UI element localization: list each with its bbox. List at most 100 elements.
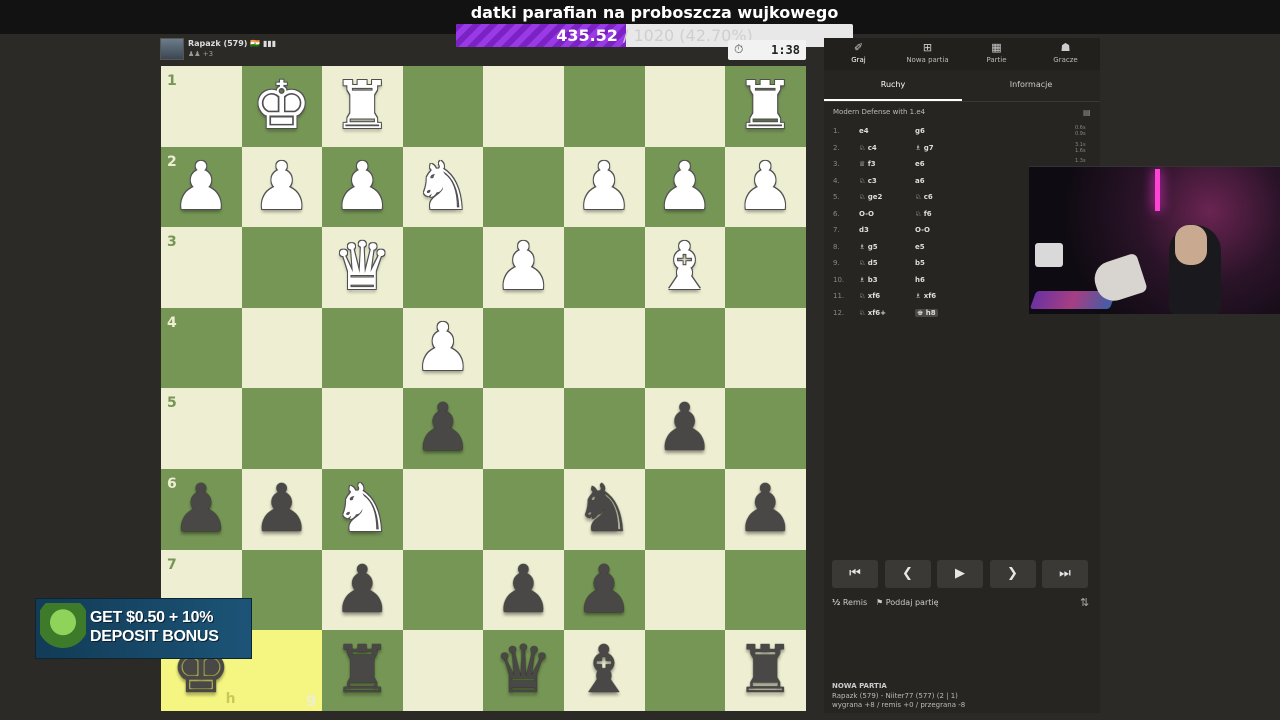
black-queen-d8[interactable]: ♛: [483, 630, 563, 710]
square-e6[interactable]: [402, 469, 484, 550]
black-pawn-g6[interactable]: ♟: [242, 469, 322, 549]
square-d4[interactable]: [483, 307, 564, 389]
black-move[interactable]: ♘ f6: [915, 210, 932, 218]
black-move[interactable]: h6: [915, 276, 925, 284]
flip-board-icon[interactable]: ⇅: [1080, 596, 1089, 609]
black-pawn-d7[interactable]: ♟: [483, 550, 563, 630]
white-move[interactable]: e4: [859, 127, 869, 135]
square-b7[interactable]: [644, 549, 726, 631]
white-knight-f6[interactable]: ♞: [322, 469, 402, 549]
square-e1[interactable]: [402, 66, 484, 147]
black-move[interactable]: e5: [915, 243, 925, 251]
black-knight-c6[interactable]: ♞: [564, 469, 644, 549]
black-move[interactable]: e6: [915, 160, 925, 168]
black-move[interactable]: O-O: [915, 226, 930, 234]
square-g7[interactable]: [241, 549, 323, 631]
white-pawn-h2[interactable]: ♟: [161, 147, 241, 227]
white-move[interactable]: ♘ d5: [859, 259, 878, 267]
white-move[interactable]: ♘ c4: [859, 144, 877, 152]
square-g3[interactable]: [241, 227, 323, 308]
black-move[interactable]: ♗ g7: [915, 144, 934, 152]
square-c1[interactable]: [564, 66, 645, 147]
white-pawn-a2[interactable]: ♟: [725, 147, 805, 227]
book-icon[interactable]: ▤: [1083, 108, 1091, 117]
chess-board[interactable]: 1 2 3 4 5 6 7 h g f e d c b a ♚ ♜ ♜ ♟ ♟ ♟ ♞ ♟ ♟ ♟ ♛ ♟ ♝ ♟ ♟ ♟ ♟ ♟ ♞ ♞ ♟ ♟ ♟ ♟ ♚…: [161, 66, 806, 711]
square-b1[interactable]: [644, 66, 726, 147]
square-d6[interactable]: [483, 469, 564, 550]
white-rook-a1[interactable]: ♜: [725, 66, 805, 146]
white-pawn-e4[interactable]: ♟: [403, 308, 483, 388]
prev-move-button[interactable]: ❮: [884, 560, 931, 588]
white-move[interactable]: ♘ ge2: [859, 193, 882, 201]
white-pawn-d3[interactable]: ♟: [483, 227, 563, 307]
black-move[interactable]: ♚ h8: [915, 308, 938, 317]
white-move[interactable]: ♕ f3: [859, 160, 876, 168]
black-pawn-h6[interactable]: ♟: [161, 469, 241, 549]
white-pawn-c2[interactable]: ♟: [564, 147, 644, 227]
nav-games[interactable]: ▦ Partie: [962, 38, 1031, 70]
opponent-name[interactable]: Rapazk (579) 🇮🇳 ▮▮▮: [188, 39, 276, 48]
white-move[interactable]: ♘ c3: [859, 177, 877, 185]
square-e7[interactable]: [402, 549, 484, 631]
white-move[interactable]: d3: [859, 226, 869, 234]
white-pawn-g2[interactable]: ♟: [242, 147, 322, 227]
white-bishop-b3[interactable]: ♝: [645, 227, 725, 307]
square-b4[interactable]: [644, 307, 726, 389]
square-c5[interactable]: [564, 388, 645, 469]
tab-informacje[interactable]: Informacje: [962, 76, 1100, 101]
white-pawn-f2[interactable]: ♟: [322, 147, 402, 227]
black-move[interactable]: ♘ c6: [915, 193, 933, 201]
nav-players[interactable]: ☗ Gracze: [1031, 38, 1100, 70]
square-c4[interactable]: [564, 307, 645, 389]
square-a3[interactable]: [725, 227, 806, 308]
black-pawn-f7[interactable]: ♟: [322, 550, 402, 630]
avatar[interactable]: [160, 38, 184, 60]
white-knight-e2[interactable]: ♞: [403, 147, 483, 227]
next-move-button[interactable]: ❯: [989, 560, 1036, 588]
square-b6[interactable]: [644, 469, 726, 550]
black-move[interactable]: a6: [915, 177, 925, 185]
donation-separator: /: [617, 26, 634, 45]
square-d2[interactable]: [483, 146, 564, 228]
black-pawn-b5[interactable]: ♟: [645, 388, 725, 468]
square-d5[interactable]: [483, 388, 564, 469]
tab-ruchy[interactable]: Ruchy: [824, 76, 962, 101]
square-a4[interactable]: [725, 307, 806, 389]
ad-banner[interactable]: GET $0.50 + 10% DEPOSIT BONUS: [35, 598, 252, 659]
white-move[interactable]: ♗ g5: [859, 243, 878, 251]
white-queen-f3[interactable]: ♛: [322, 227, 402, 307]
black-bishop-c8[interactable]: ♝: [564, 630, 644, 710]
white-move[interactable]: ♘ xf6+: [859, 309, 886, 317]
square-e3[interactable]: [402, 227, 484, 308]
white-rook-f1[interactable]: ♜: [322, 66, 402, 146]
white-king-g1[interactable]: ♚: [242, 66, 322, 146]
nav-new-game[interactable]: ⊞ Nowa partia: [893, 38, 962, 70]
black-pawn-a6[interactable]: ♟: [725, 469, 805, 549]
square-a7[interactable]: [725, 549, 806, 631]
black-pawn-c7[interactable]: ♟: [564, 550, 644, 630]
resign-button[interactable]: ⚑ Poddaj partię: [876, 598, 939, 607]
white-pawn-b2[interactable]: ♟: [645, 147, 725, 227]
white-move[interactable]: ♘ xf6: [859, 292, 880, 300]
black-move[interactable]: g6: [915, 127, 925, 135]
square-c3[interactable]: [564, 227, 645, 308]
square-f5[interactable]: [322, 388, 403, 469]
white-move[interactable]: O-O: [859, 210, 874, 218]
black-move[interactable]: b5: [915, 259, 925, 267]
white-move[interactable]: ♗ b3: [859, 276, 878, 284]
black-rook-a8[interactable]: ♜: [725, 630, 805, 710]
square-g5[interactable]: [241, 388, 323, 469]
last-move-button[interactable]: ⏭: [1042, 560, 1088, 588]
black-rook-f8[interactable]: ♜: [322, 630, 402, 710]
draw-button[interactable]: ½ Remis: [832, 598, 867, 607]
square-f4[interactable]: [322, 307, 403, 389]
square-g4[interactable]: [241, 307, 323, 389]
square-a5[interactable]: [725, 388, 806, 469]
square-d1[interactable]: [483, 66, 564, 147]
black-pawn-e5[interactable]: ♟: [403, 388, 483, 468]
black-move[interactable]: ♗ xf6: [915, 292, 936, 300]
first-move-button[interactable]: ⏮: [832, 560, 878, 588]
nav-play[interactable]: ✐ Graj: [824, 38, 893, 70]
file-label: e: [467, 690, 477, 707]
play-button[interactable]: ▶: [937, 560, 983, 588]
